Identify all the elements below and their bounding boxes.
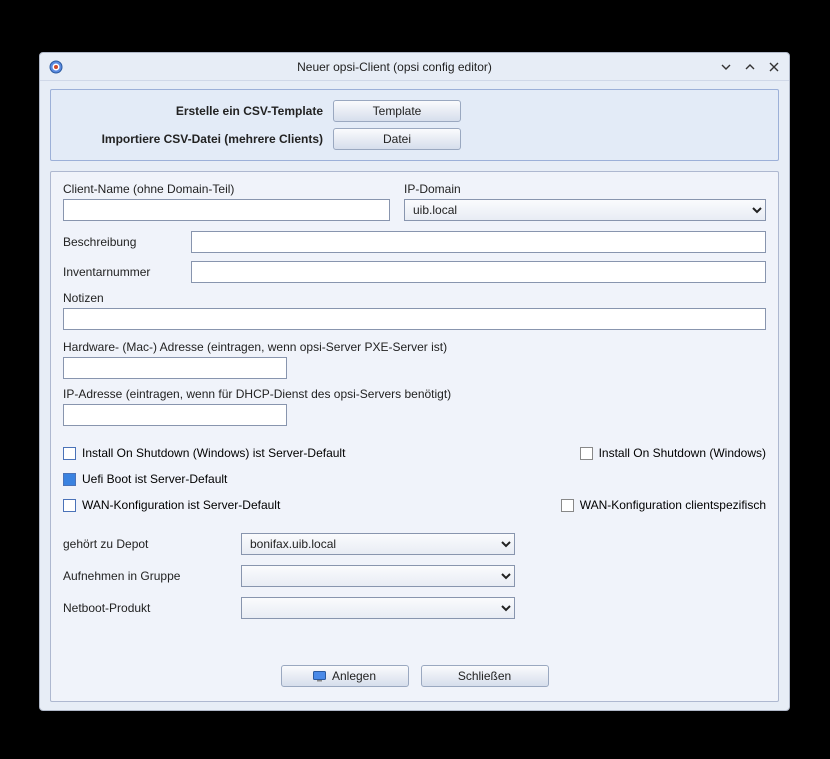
- close-button[interactable]: [767, 60, 781, 74]
- csv-import-label: Importiere CSV-Datei (mehrere Clients): [63, 132, 333, 146]
- main-panel: Client-Name (ohne Domain-Teil) IP-Domain…: [50, 171, 779, 702]
- notes-input[interactable]: [63, 308, 766, 330]
- netboot-label: Netboot-Produkt: [63, 601, 241, 615]
- description-label: Beschreibung: [63, 235, 191, 249]
- netboot-select[interactable]: [241, 597, 515, 619]
- app-icon: [48, 59, 64, 75]
- window-title: Neuer opsi-Client (opsi config editor): [70, 60, 719, 74]
- wan-client-label: WAN-Konfiguration clientspezifisch: [580, 498, 766, 512]
- title-bar: Neuer opsi-Client (opsi config editor): [40, 53, 789, 81]
- wan-default-checkbox[interactable]: [63, 499, 76, 512]
- client-name-label: Client-Name (ohne Domain-Teil): [63, 182, 390, 196]
- wan-default-label: WAN-Konfiguration ist Server-Default: [82, 498, 280, 512]
- depot-select[interactable]: bonifax.uib.local: [241, 533, 515, 555]
- monitor-icon: [313, 671, 326, 682]
- uefi-default-checkbox[interactable]: [63, 473, 76, 486]
- description-input[interactable]: [191, 231, 766, 253]
- ipaddr-label: IP-Adresse (eintragen, wenn für DHCP-Die…: [63, 387, 766, 401]
- group-label: Aufnehmen in Gruppe: [63, 569, 241, 583]
- install-shutdown-default-label: Install On Shutdown (Windows) ist Server…: [82, 446, 345, 460]
- dialog-window: Neuer opsi-Client (opsi config editor) E…: [39, 52, 790, 711]
- maximize-button[interactable]: [743, 60, 757, 74]
- client-name-input[interactable]: [63, 199, 390, 221]
- install-shutdown-label: Install On Shutdown (Windows): [599, 446, 766, 460]
- ipaddr-input[interactable]: [63, 404, 287, 426]
- install-shutdown-default-checkbox[interactable]: [63, 447, 76, 460]
- depot-label: gehört zu Depot: [63, 537, 241, 551]
- file-button[interactable]: Datei: [333, 128, 461, 150]
- hwaddr-label: Hardware- (Mac-) Adresse (eintragen, wen…: [63, 340, 766, 354]
- inventory-input[interactable]: [191, 261, 766, 283]
- hwaddr-input[interactable]: [63, 357, 287, 379]
- close-dialog-button[interactable]: Schließen: [421, 665, 549, 687]
- template-button[interactable]: Template: [333, 100, 461, 122]
- group-select[interactable]: [241, 565, 515, 587]
- install-shutdown-checkbox[interactable]: [580, 447, 593, 460]
- wan-client-checkbox[interactable]: [561, 499, 574, 512]
- minimize-button[interactable]: [719, 60, 733, 74]
- ip-domain-select[interactable]: uib.local: [404, 199, 766, 221]
- csv-panel: Erstelle ein CSV-Template Template Impor…: [50, 89, 779, 161]
- inventory-label: Inventarnummer: [63, 265, 191, 279]
- uefi-default-label: Uefi Boot ist Server-Default: [82, 472, 227, 486]
- ip-domain-label: IP-Domain: [404, 182, 766, 196]
- create-button[interactable]: Anlegen: [281, 665, 409, 687]
- footer: Anlegen Schließen: [63, 651, 766, 691]
- notes-label: Notizen: [63, 291, 766, 305]
- csv-template-label: Erstelle ein CSV-Template: [63, 104, 333, 118]
